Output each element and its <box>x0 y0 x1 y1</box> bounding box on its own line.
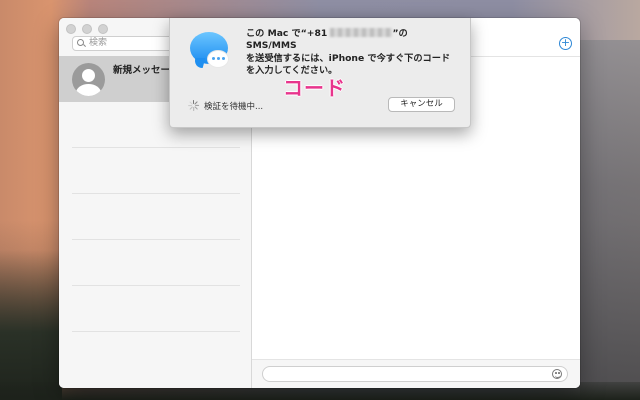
smiley-icon[interactable] <box>552 369 562 379</box>
message-line1-prefix: この Mac で“+81 <box>246 28 328 39</box>
window-controls <box>66 24 108 34</box>
cancel-button[interactable]: キャンセル <box>388 97 455 112</box>
zoom-window-button[interactable] <box>98 24 108 34</box>
close-window-button[interactable] <box>66 24 76 34</box>
minimize-window-button[interactable] <box>82 24 92 34</box>
status-text: 検証を待機中... <box>204 102 264 112</box>
message-input[interactable] <box>262 366 568 382</box>
desktop-trees <box>0 250 62 400</box>
message-line2: を送受信するには、iPhone で今すぐ下のコード <box>246 52 451 64</box>
verification-message: この Mac で“+81 ”の SMS/MMS を送受信するには、iPhone … <box>246 28 461 78</box>
list-divider <box>72 193 240 194</box>
person-silhouette-icon <box>72 63 105 96</box>
search-icon <box>77 39 86 48</box>
spinner-icon <box>188 100 200 111</box>
desktop-cliff <box>580 40 640 400</box>
redacted-phone-number <box>330 28 393 37</box>
verification-sheet: この Mac で“+81 ”の SMS/MMS を送受信するには、iPhone … <box>169 18 471 128</box>
list-divider <box>72 331 240 332</box>
search-placeholder: 検索 <box>89 38 108 48</box>
code-annotation: コード <box>283 76 346 100</box>
list-divider <box>72 147 240 148</box>
compose-bar <box>252 359 580 388</box>
messages-bubble-icon <box>190 32 232 74</box>
list-divider <box>72 285 240 286</box>
list-divider <box>72 239 240 240</box>
plus-circle-icon[interactable]: + <box>559 37 572 50</box>
